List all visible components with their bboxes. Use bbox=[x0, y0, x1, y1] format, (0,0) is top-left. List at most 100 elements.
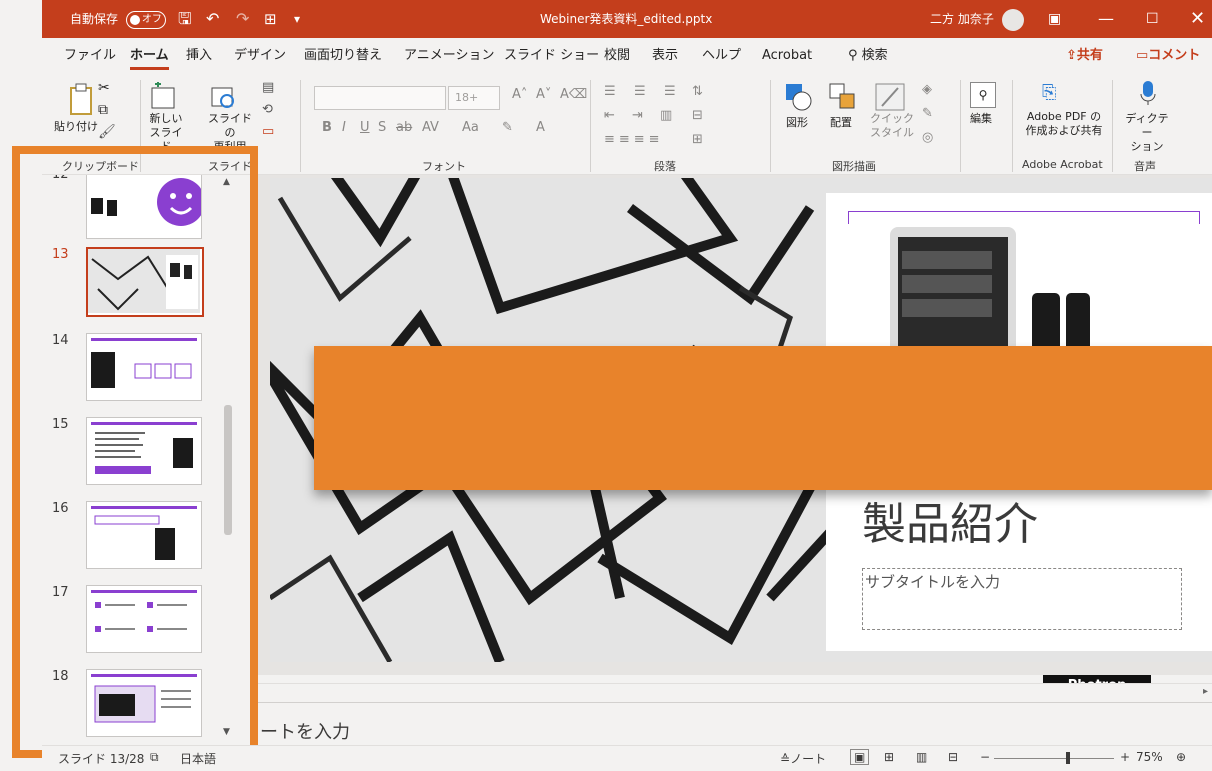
user-name[interactable]: 二方 加奈子 bbox=[930, 0, 994, 38]
horizontal-scrollbar[interactable]: ◂ ▸ bbox=[244, 683, 1212, 702]
tab-acrobat[interactable]: Acrobat bbox=[762, 38, 812, 74]
shapes-label[interactable]: 図形 bbox=[786, 116, 808, 130]
group-separator bbox=[300, 80, 301, 172]
highlight-icon[interactable]: ✎ bbox=[502, 120, 513, 135]
tab-home[interactable]: ホーム bbox=[130, 38, 169, 74]
clear-format-icon[interactable]: A⌫ bbox=[560, 87, 587, 102]
tab-review[interactable]: 校閲 bbox=[604, 38, 630, 74]
shadow-button[interactable]: S bbox=[378, 120, 386, 135]
section-icon[interactable]: ▭ bbox=[262, 124, 274, 139]
shape-effects-icon[interactable]: ◎ bbox=[922, 130, 933, 145]
copy-icon[interactable]: ⧉ bbox=[98, 102, 108, 118]
zoom-slider-track[interactable] bbox=[994, 758, 1114, 759]
scroll-right-icon[interactable]: ▸ bbox=[1203, 686, 1208, 697]
align-text-icon[interactable]: ⊟ bbox=[692, 108, 703, 123]
layout-icon[interactable]: ▤ bbox=[262, 80, 274, 95]
tab-view[interactable]: 表示 bbox=[652, 38, 678, 74]
ribbon-display-options-icon[interactable]: ▣ bbox=[1048, 0, 1061, 38]
slideshow-start-icon[interactable]: ⊞ bbox=[264, 0, 277, 38]
tab-animations[interactable]: アニメーション bbox=[404, 38, 494, 74]
autosave-control[interactable]: 自動保存 オフ bbox=[70, 0, 166, 38]
save-icon[interactable]: 🖫 bbox=[178, 0, 192, 38]
zoom-slider-thumb[interactable] bbox=[1066, 752, 1070, 764]
change-case-button[interactable]: Aa bbox=[462, 120, 479, 135]
alignment-icons[interactable]: ≡≡≡≡ bbox=[604, 132, 664, 147]
strikethrough-button[interactable]: ab bbox=[396, 120, 412, 135]
line-spacing-icon[interactable]: ☰ bbox=[664, 84, 676, 99]
reset-icon[interactable]: ⟲ bbox=[262, 102, 273, 117]
customize-quick-access-icon[interactable]: ▾ bbox=[294, 0, 300, 38]
notes-toggle[interactable]: ≙ノート bbox=[780, 750, 826, 767]
columns-icon[interactable]: ▥ bbox=[660, 108, 672, 123]
group-separator bbox=[1012, 80, 1013, 172]
tab-file[interactable]: ファイル bbox=[64, 38, 116, 74]
product-devices-image bbox=[890, 227, 1090, 363]
font-color-icon[interactable]: A bbox=[536, 120, 545, 135]
increase-indent-icon[interactable]: ⇥ bbox=[632, 108, 643, 123]
shape-outline-icon[interactable]: ✎ bbox=[922, 106, 933, 121]
user-avatar[interactable] bbox=[1002, 0, 1024, 38]
tab-design[interactable]: デザイン bbox=[234, 38, 286, 74]
new-slide-icon[interactable] bbox=[150, 81, 176, 110]
font-name-combo[interactable] bbox=[314, 86, 446, 110]
adobe-pdf-icon[interactable]: ⎘ bbox=[1042, 82, 1056, 103]
italic-button[interactable]: I bbox=[342, 120, 346, 135]
slideshow-view-icon[interactable]: ⊟ bbox=[948, 750, 958, 764]
slide-title[interactable]: 製品紹介 bbox=[862, 488, 1038, 552]
tab-transitions[interactable]: 画面切り替え bbox=[304, 38, 382, 74]
undo-icon[interactable]: ↶ bbox=[206, 0, 219, 38]
shapes-icon[interactable] bbox=[784, 82, 814, 112]
language-indicator[interactable]: 日本語 bbox=[180, 750, 216, 767]
find-icon[interactable]: ⚲ bbox=[970, 82, 996, 108]
quick-styles-icon[interactable] bbox=[874, 82, 908, 112]
maximize-icon[interactable]: ☐ bbox=[1146, 0, 1159, 38]
arrange-label[interactable]: 配置 bbox=[830, 116, 852, 130]
dictate-label[interactable]: ディクテー ション bbox=[1122, 112, 1172, 154]
editing-label[interactable]: 編集 bbox=[970, 112, 992, 126]
zoom-out-icon[interactable]: − bbox=[980, 750, 990, 764]
notes-pane[interactable] bbox=[252, 702, 1212, 745]
adobe-pdf-label[interactable]: Adobe PDF の作成および共有 bbox=[1024, 110, 1104, 138]
subtitle-placeholder[interactable]: サブタイトルを入力 bbox=[862, 568, 1182, 630]
quick-styles-label[interactable]: クイック スタイル bbox=[868, 112, 916, 140]
tab-insert[interactable]: 挿入 bbox=[186, 38, 212, 74]
minimize-icon[interactable]: — bbox=[1098, 0, 1114, 38]
decrease-indent-icon[interactable]: ⇤ bbox=[604, 108, 615, 123]
format-painter-icon[interactable]: 🖌 bbox=[98, 124, 116, 140]
font-size-combo[interactable]: 18+ bbox=[448, 86, 500, 110]
bold-button[interactable]: B bbox=[322, 120, 332, 135]
text-direction-icon[interactable]: ⇅ bbox=[692, 84, 703, 99]
zoom-level[interactable]: 75% bbox=[1136, 750, 1163, 764]
menu-bar: ファイル ホーム 挿入 デザイン 画面切り替え アニメーション スライド ショー… bbox=[42, 38, 1212, 74]
microphone-icon[interactable] bbox=[1140, 80, 1156, 106]
char-spacing-button[interactable]: AV bbox=[422, 120, 439, 135]
underline-button[interactable]: U bbox=[360, 120, 370, 135]
comment-button[interactable]: ▭コメント bbox=[1136, 45, 1200, 67]
numbering-icon[interactable]: ☰ bbox=[634, 84, 646, 99]
arrange-icon[interactable] bbox=[828, 82, 858, 112]
paste-icon[interactable] bbox=[68, 82, 96, 116]
tab-help[interactable]: ヘルプ bbox=[702, 38, 741, 74]
accessibility-icon[interactable]: ⧉ bbox=[150, 750, 159, 765]
bullets-icon[interactable]: ☰ bbox=[604, 84, 616, 99]
shape-fill-icon[interactable]: ◈ bbox=[922, 82, 932, 97]
search-box[interactable]: ⚲ 検索 bbox=[848, 38, 888, 74]
notes-placeholder[interactable]: ートを入力 bbox=[260, 718, 350, 744]
share-button[interactable]: ⇪共有 bbox=[1066, 45, 1103, 67]
reuse-slides-icon[interactable] bbox=[210, 82, 236, 110]
autosave-toggle[interactable]: オフ bbox=[125, 10, 166, 29]
redo-icon[interactable]: ↷ bbox=[236, 0, 249, 38]
fit-to-window-icon[interactable]: ⊕ bbox=[1176, 750, 1186, 764]
smartart-icon[interactable]: ⊞ bbox=[692, 132, 703, 147]
search-label: 検索 bbox=[861, 48, 888, 63]
tab-slideshow[interactable]: スライド ショー bbox=[504, 38, 599, 74]
paste-label[interactable]: 貼り付け bbox=[54, 120, 98, 134]
reading-view-icon[interactable]: ▥ bbox=[916, 750, 927, 764]
normal-view-icon[interactable]: ▣ bbox=[850, 749, 870, 765]
increase-font-icon[interactable]: A˄ bbox=[512, 87, 527, 102]
cut-icon[interactable]: ✂ bbox=[98, 80, 110, 96]
slide-sorter-icon[interactable]: ⊞ bbox=[884, 750, 894, 764]
decrease-font-icon[interactable]: A˅ bbox=[536, 87, 551, 102]
zoom-in-icon[interactable]: + bbox=[1120, 750, 1130, 764]
close-icon[interactable]: ✕ bbox=[1190, 0, 1205, 38]
